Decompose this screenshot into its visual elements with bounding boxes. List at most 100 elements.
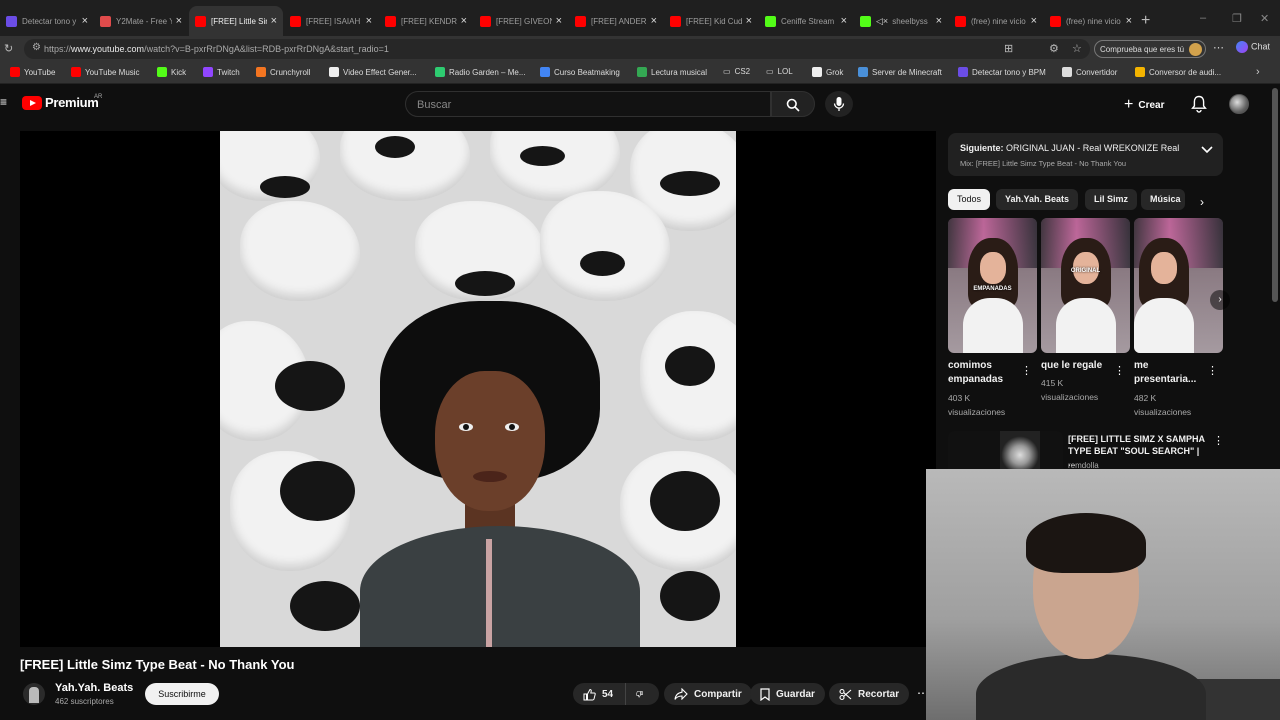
close-tab-icon[interactable]: × (366, 15, 372, 27)
short-thumbnail[interactable]: EMPANADAS (948, 218, 1037, 353)
account-avatar[interactable] (1229, 94, 1249, 114)
short-title[interactable]: me presentaria... (1134, 359, 1209, 387)
search-button[interactable] (771, 91, 815, 117)
close-tab-icon[interactable]: × (1126, 15, 1132, 27)
short-thumbnail[interactable]: ORIGINAL (1041, 218, 1130, 353)
channel-avatar[interactable] (23, 683, 45, 705)
channel-name[interactable]: Yah.Yah. Beats (55, 682, 133, 694)
close-tab-icon[interactable]: × (82, 15, 88, 27)
short-thumbnail[interactable] (1134, 218, 1223, 353)
site-info-icon[interactable]: ⚙ (32, 42, 41, 53)
extensions-icon[interactable]: ⚙ (1049, 42, 1059, 55)
close-tab-icon[interactable]: × (841, 15, 847, 27)
browser-tab-active[interactable]: [FREE] Little Sim × (189, 6, 283, 36)
bookmark-folder[interactable]: ▭ LOL (766, 67, 793, 76)
bookmark-item[interactable]: Radio Garden – Me... (435, 67, 525, 77)
bookmark-item[interactable]: Crunchyroll (256, 67, 310, 77)
window-close-icon[interactable]: ✕ (1260, 12, 1269, 25)
minimize-icon[interactable]: – (1200, 12, 1206, 24)
close-tab-icon[interactable]: × (556, 15, 562, 27)
bookmark-star-icon[interactable]: ☆ (1072, 42, 1082, 55)
bookmark-item[interactable]: Twitch (203, 67, 240, 77)
close-tab-icon[interactable]: × (271, 15, 277, 27)
bookmark-item[interactable]: Kick (157, 67, 186, 77)
browser-tab[interactable]: [FREE] ISAIAH R × (284, 8, 378, 34)
restore-icon[interactable]: ❐ (1232, 12, 1242, 25)
close-tab-icon[interactable]: × (746, 15, 752, 27)
voice-search-button[interactable] (825, 91, 853, 117)
url-text[interactable]: https://www.youtube.com/watch?v=B-pxrRrD… (44, 44, 389, 54)
browser-tab[interactable]: Ceniffe Stream × (759, 8, 853, 34)
bookmark-label: Convertidor (1076, 67, 1118, 77)
chevron-down-icon[interactable] (1201, 146, 1213, 154)
bookmark-item[interactable]: Lectura musical (637, 67, 707, 77)
create-button[interactable]: + Crear (1124, 96, 1164, 114)
subscribe-button[interactable]: Suscribirme (145, 683, 219, 705)
bookmark-item[interactable]: Video Effect Gener... (329, 67, 417, 77)
short-menu-icon[interactable]: ⋮ (1021, 364, 1032, 377)
shorts-next-button[interactable]: › (1210, 290, 1230, 310)
install-app-icon[interactable]: ⊞ (1004, 42, 1013, 55)
close-tab-icon[interactable]: × (176, 15, 182, 27)
bookmark-item[interactable]: Convertidor (1062, 67, 1117, 77)
chip-artist[interactable]: Lil Simz (1085, 189, 1138, 210)
rec-menu-icon[interactable]: ⋮ (1213, 434, 1224, 447)
browser-tab[interactable]: [FREE] KENDRIC × (379, 8, 473, 34)
chat-button[interactable]: Chat (1236, 41, 1270, 53)
bookmark-item[interactable]: YouTube (10, 67, 55, 77)
browser-menu-icon[interactable]: ⋯ (1213, 41, 1224, 54)
bookmark-item[interactable]: YouTube Music (71, 67, 140, 77)
bookmark-item[interactable]: Detectar tono y BPM (958, 67, 1046, 77)
clip-button[interactable]: Recortar (829, 683, 910, 705)
profile-verify-button[interactable]: Comprueba que eres tú (1094, 40, 1206, 58)
browser-tab[interactable]: Y2Mate - Free Y × (94, 8, 188, 34)
save-button[interactable]: Guardar (750, 683, 825, 705)
bookmark-label: Curso Beatmaking (554, 67, 620, 77)
short-title[interactable]: que le regale (1041, 359, 1116, 373)
like-button[interactable]: 54 (573, 683, 625, 705)
muted-audio-icon[interactable]: ◁× (876, 16, 888, 27)
search-input[interactable]: Buscar (405, 91, 771, 117)
chip-all[interactable]: Todos (948, 189, 991, 210)
reload-icon[interactable]: ↻ (4, 42, 13, 55)
plus-icon: + (1124, 96, 1134, 113)
recommended-video-thumbnail[interactable] (948, 431, 1063, 471)
video-player[interactable] (20, 131, 936, 647)
browser-tab[interactable]: [FREE] Kid Cudi × (664, 8, 758, 34)
bookmark-item[interactable]: Conversor de audi... (1135, 67, 1221, 77)
chevron-right-icon[interactable]: › (1200, 195, 1204, 209)
dislike-button[interactable] (625, 683, 659, 705)
bookmark-folder[interactable]: ▭ CS2 (723, 67, 750, 76)
page-scrollbar[interactable] (1272, 88, 1278, 302)
browser-tab[interactable]: Detectar tono y × (0, 8, 94, 34)
close-tab-icon[interactable]: × (936, 15, 942, 27)
up-next-mix-card[interactable]: Siguiente: ORIGINAL JUAN - Real WREKONIZ… (948, 133, 1223, 176)
notifications-bell-icon[interactable] (1191, 95, 1207, 113)
short-menu-icon[interactable]: ⋮ (1114, 364, 1125, 377)
short-title[interactable]: comimos empanadas (948, 359, 1023, 387)
close-tab-icon[interactable]: × (1031, 15, 1037, 27)
browser-tab[interactable]: (free) nine vicio × (949, 8, 1043, 34)
browser-tab[interactable]: (free) nine vicio × (1044, 8, 1138, 34)
chip-music[interactable]: Música (1141, 189, 1185, 210)
short-menu-icon[interactable]: ⋮ (1207, 364, 1218, 377)
webcam-shape (976, 654, 1206, 720)
bookmark-item[interactable]: Curso Beatmaking (540, 67, 620, 77)
youtube-premium-logo[interactable]: Premium AR (22, 94, 102, 110)
close-tab-icon[interactable]: × (651, 15, 657, 27)
share-button[interactable]: Compartir (664, 683, 752, 705)
browser-tab[interactable]: ◁× sheelbyss × (854, 8, 948, 34)
short-caption: ORIGINAL (1070, 268, 1101, 274)
browser-tab[interactable]: [FREE] GIVEON × (474, 8, 568, 34)
thumbnail-shape (1134, 298, 1194, 353)
bookmark-item[interactable]: Server de Minecraft (858, 67, 942, 77)
omnibox[interactable]: ⚙ https://www.youtube.com/watch?v=B-pxrR… (24, 39, 1090, 59)
browser-tab[interactable]: [FREE] ANDERS × (569, 8, 663, 34)
bookmark-item[interactable]: Grok (812, 67, 843, 77)
tab-title: Detectar tono y (22, 16, 77, 26)
chip-channel[interactable]: Yah.Yah. Beats (996, 189, 1079, 210)
close-tab-icon[interactable]: × (461, 15, 467, 27)
new-tab-icon[interactable]: + (1141, 12, 1150, 30)
hamburger-menu-icon[interactable]: ≡ (0, 95, 7, 109)
bookmarks-overflow-icon[interactable]: › (1256, 66, 1260, 78)
